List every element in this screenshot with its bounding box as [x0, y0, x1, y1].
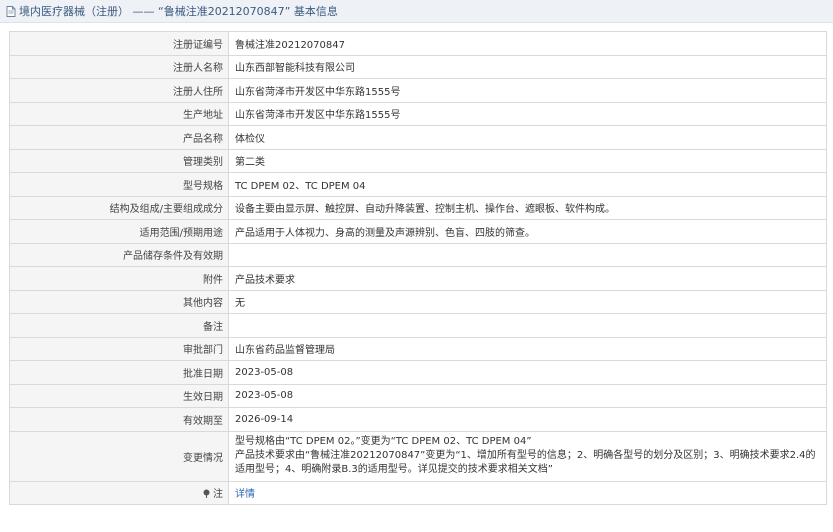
row-value [228, 242, 827, 267]
row-value: 山东省菏泽市开发区中华东路1555号 [228, 78, 827, 103]
row-value: 2026-09-14 [228, 407, 827, 432]
row-label: 有效期至 [9, 407, 229, 432]
row-value: 山东省菏泽市开发区中华东路1555号 [228, 101, 827, 126]
change-line: 型号规格由“TC DPEM 02。”变更为“TC DPEM 02、TC DPEM… [235, 436, 532, 447]
table-row-change: 变更情况 型号规格由“TC DPEM 02。”变更为“TC DPEM 02、TC… [9, 430, 827, 482]
table-row: 型号规格 TC DPEM 02、TC DPEM 04 [9, 172, 827, 197]
row-label: 结构及组成/主要组成成分 [9, 195, 229, 220]
table-row: 备注 [9, 313, 827, 338]
table-row: 注册人住所 山东省菏泽市开发区中华东路1555号 [9, 78, 827, 103]
change-detail: 型号规格由“TC DPEM 02。”变更为“TC DPEM 02、TC DPEM… [228, 430, 827, 482]
row-value: 2023-05-08 [228, 383, 827, 408]
table-row: 管理类别 第二类 [9, 148, 827, 173]
row-label: 附件 [9, 266, 229, 291]
table-row: 其他内容无 [9, 289, 827, 314]
row-label: 注册人名称 [9, 54, 229, 79]
row-value: 无 [228, 289, 827, 314]
row-label: 生效日期 [9, 383, 229, 408]
note-label: 注 [213, 489, 223, 501]
table-row: 注册人名称 山东西部智能科技有限公司 [9, 54, 827, 79]
row-label: 注册人住所 [9, 78, 229, 103]
table-row-note: 注 详情 [9, 480, 827, 505]
change-line: 产品技术要求由“鲁械注准20212070847”变更为“1、增加所有型号的信息；… [235, 450, 816, 461]
table-row: 注册证编号 鲁械注准20212070847 [9, 31, 827, 56]
row-label: 审批部门 [9, 336, 229, 361]
table-row: 产品储存条件及有效期 [9, 242, 827, 267]
row-value: 设备主要由显示屏、触控屏、自动升降装置、控制主机、操作台、遮眼板、软件构成。 [228, 195, 827, 220]
table-row: 审批部门 山东省药品监督管理局 [9, 336, 827, 361]
row-label: 生产地址 [9, 101, 229, 126]
details-link[interactable]: 详情 [235, 489, 255, 500]
row-label: 管理类别 [9, 148, 229, 173]
row-value: 第二类 [228, 148, 827, 173]
detail-table: 注册证编号 鲁械注准20212070847 注册人名称 山东西部智能科技有限公司 注册人… [9, 31, 827, 505]
table-row: 有效期至 2026-09-14 [9, 407, 827, 432]
row-label: 注册证编号 [9, 31, 229, 56]
table-row: 生效日期 2023-05-08 [9, 383, 827, 408]
row-value: 山东省药品监督管理局 [228, 336, 827, 361]
table-row: 附件 产品技术要求 [9, 266, 827, 291]
detail-panel: 注册证编号 鲁械注准20212070847 注册人名称 山东西部智能科技有限公司 注册人… [9, 31, 827, 505]
row-value: 详情 [228, 480, 827, 505]
document-icon [6, 5, 16, 17]
pin-icon [203, 489, 210, 499]
table-row: 产品名称 体检仪 [9, 125, 827, 150]
table-row: 批准日期 2023-05-08 [9, 360, 827, 385]
table-row: 适用范围/预期用途 产品适用于人体视力、身高的测量及声源辨别、色盲、四肢的筛查。 [9, 219, 827, 244]
row-label: 适用范围/预期用途 [9, 219, 229, 244]
row-label: 产品名称 [9, 125, 229, 150]
row-label: 备注 [9, 313, 229, 338]
row-label: 变更情况 [9, 430, 229, 482]
change-line: 适用型号；4、明确附录B.3的适用型号。详见提交的技术要求相关文档” [235, 464, 553, 475]
row-label: 其他内容 [9, 289, 229, 314]
row-label: 产品储存条件及有效期 [9, 242, 229, 267]
row-value: 山东西部智能科技有限公司 [228, 54, 827, 79]
row-value: 鲁械注准20212070847 [228, 31, 827, 56]
row-value: TC DPEM 02、TC DPEM 04 [228, 172, 827, 197]
row-label: 注 [9, 480, 229, 505]
row-value [228, 313, 827, 338]
table-row: 生产地址 山东省菏泽市开发区中华东路1555号 [9, 101, 827, 126]
table-row: 结构及组成/主要组成成分 设备主要由显示屏、触控屏、自动升降装置、控制主机、操作台… [9, 195, 827, 220]
row-value: 2023-05-08 [228, 360, 827, 385]
row-label: 批准日期 [9, 360, 229, 385]
row-value: 产品技术要求 [228, 266, 827, 291]
row-value: 产品适用于人体视力、身高的测量及声源辨别、色盲、四肢的筛查。 [228, 219, 827, 244]
row-label: 型号规格 [9, 172, 229, 197]
page-title: 境内医疗器械（注册） —— “鲁械注准20212070847” 基本信息 [19, 5, 338, 18]
page-header: 境内医疗器械（注册） —— “鲁械注准20212070847” 基本信息 [0, 0, 833, 23]
row-value: 体检仪 [228, 125, 827, 150]
